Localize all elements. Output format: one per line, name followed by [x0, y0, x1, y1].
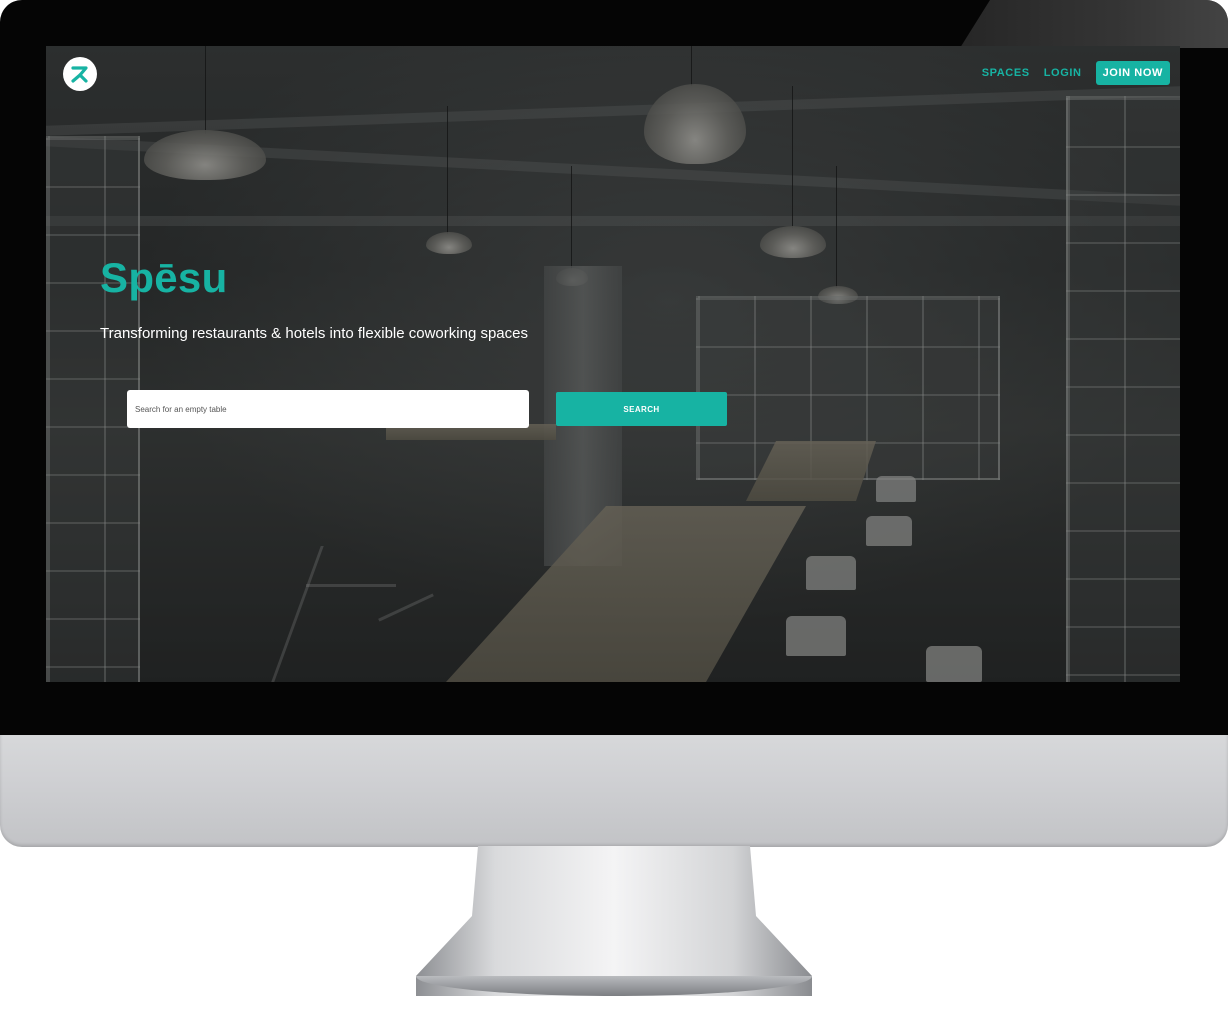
dark-overlay: [46, 46, 1180, 682]
top-nav: SPACES LOGIN JOIN NOW: [975, 61, 1170, 85]
hero-title: Spēsu: [100, 254, 228, 301]
join-now-button[interactable]: JOIN NOW: [1095, 61, 1170, 85]
search-input[interactable]: [127, 390, 529, 428]
bezel-glare: [960, 0, 1228, 48]
katakana-su-icon: [71, 66, 88, 83]
nav-spaces-link[interactable]: SPACES: [975, 67, 1037, 79]
hero-subtitle: Transforming restaurants & hotels into f…: [100, 325, 528, 342]
search-button[interactable]: SEARCH: [556, 392, 727, 426]
spesu-logo-icon[interactable]: [63, 57, 97, 91]
monitor-mockup: SPACES LOGIN JOIN NOW Spēsu Transforming…: [0, 0, 1228, 1010]
nav-login-link[interactable]: LOGIN: [1037, 67, 1089, 79]
monitor-stand: [416, 846, 812, 996]
website-screen: SPACES LOGIN JOIN NOW Spēsu Transforming…: [46, 46, 1180, 682]
monitor-chin: [0, 735, 1228, 847]
